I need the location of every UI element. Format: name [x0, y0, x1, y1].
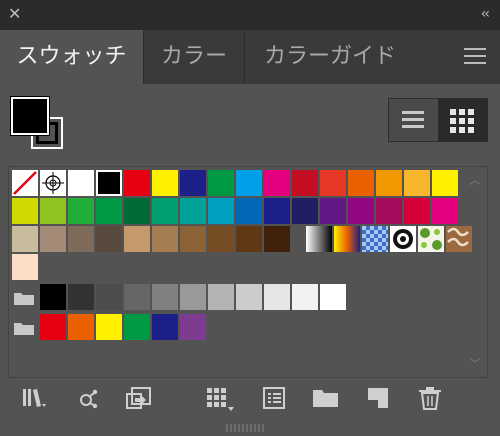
- resize-grip[interactable]: [226, 424, 270, 432]
- folder-icon[interactable]: [13, 290, 35, 306]
- group-color-swatch[interactable]: [152, 284, 178, 310]
- color-swatch[interactable]: [68, 226, 94, 252]
- color-swatch[interactable]: [236, 198, 262, 224]
- group-color-swatch[interactable]: [208, 284, 234, 310]
- new-folder-icon[interactable]: [312, 386, 338, 410]
- color-swatch[interactable]: [40, 198, 66, 224]
- color-swatch[interactable]: [96, 226, 122, 252]
- tab-color[interactable]: カラー: [144, 30, 244, 84]
- none-swatch[interactable]: [12, 170, 38, 196]
- color-swatch[interactable]: [236, 170, 262, 196]
- color-swatch[interactable]: [432, 170, 458, 196]
- panel-menu-icon[interactable]: [464, 48, 486, 64]
- place-swatch-icon[interactable]: [126, 386, 151, 410]
- color-swatch[interactable]: [152, 170, 178, 196]
- color-swatch[interactable]: [404, 170, 430, 196]
- gradient-swatch[interactable]: [306, 226, 332, 252]
- color-swatch[interactable]: [68, 170, 94, 196]
- color-swatch[interactable]: [124, 198, 150, 224]
- color-swatch[interactable]: [292, 170, 318, 196]
- swatch-options-icon[interactable]: [206, 386, 234, 411]
- scroll-up-icon[interactable]: ︿: [469, 171, 481, 188]
- color-swatch[interactable]: [180, 226, 206, 252]
- delete-swatch-icon[interactable]: [418, 386, 442, 410]
- color-swatch[interactable]: [348, 198, 374, 224]
- color-swatch[interactable]: [292, 198, 318, 224]
- group-color-swatch[interactable]: [96, 314, 122, 340]
- group-color-swatch[interactable]: [124, 284, 150, 310]
- color-swatch[interactable]: [96, 170, 122, 196]
- color-swatch[interactable]: [208, 226, 234, 252]
- color-swatch[interactable]: [376, 170, 402, 196]
- new-color-group-icon[interactable]: [262, 386, 286, 410]
- folder-icon[interactable]: [13, 320, 35, 336]
- color-swatch[interactable]: [376, 198, 402, 224]
- pattern-swatch[interactable]: [362, 226, 388, 252]
- color-swatch[interactable]: [348, 170, 374, 196]
- color-swatch[interactable]: [180, 198, 206, 224]
- group-color-swatch[interactable]: [152, 314, 178, 340]
- color-swatch[interactable]: [12, 254, 38, 280]
- group-color-swatch[interactable]: [68, 314, 94, 340]
- group-color-swatch[interactable]: [264, 284, 290, 310]
- tab-color-guide[interactable]: カラーガイド: [245, 30, 415, 84]
- color-swatch[interactable]: [264, 198, 290, 224]
- color-swatch[interactable]: [432, 198, 458, 224]
- show-kinds-icon[interactable]: [76, 386, 100, 410]
- color-swatch[interactable]: [124, 226, 150, 252]
- close-icon[interactable]: ✕: [8, 6, 24, 22]
- scroll-down-icon[interactable]: ﹀: [469, 355, 481, 372]
- registration-swatch[interactable]: [40, 170, 66, 196]
- tab-swatches[interactable]: スウォッチ: [0, 30, 143, 84]
- group-color-swatch[interactable]: [320, 284, 346, 310]
- swatch-grid: ︿ ﹀: [8, 166, 488, 378]
- color-swatch[interactable]: [68, 198, 94, 224]
- swatch-libraries-icon[interactable]: [22, 386, 46, 410]
- color-swatch[interactable]: [404, 198, 430, 224]
- color-swatch[interactable]: [124, 170, 150, 196]
- color-swatch[interactable]: [40, 226, 66, 252]
- color-swatch[interactable]: [12, 226, 38, 252]
- color-swatch[interactable]: [264, 226, 290, 252]
- color-swatch[interactable]: [208, 198, 234, 224]
- group-color-swatch[interactable]: [180, 314, 206, 340]
- view-toggle: [388, 98, 488, 142]
- color-swatch[interactable]: [12, 198, 38, 224]
- gradient-swatch[interactable]: [334, 226, 360, 252]
- color-swatch[interactable]: [180, 170, 206, 196]
- collapse-panel-icon[interactable]: ‹‹: [481, 6, 490, 22]
- group-color-swatch[interactable]: [124, 314, 150, 340]
- pattern-swatch[interactable]: [446, 226, 472, 252]
- new-swatch-icon[interactable]: [366, 386, 390, 410]
- color-swatch[interactable]: [208, 170, 234, 196]
- color-swatch[interactable]: [152, 226, 178, 252]
- thumbnail-view-button[interactable]: [438, 99, 487, 141]
- color-swatch[interactable]: [236, 226, 262, 252]
- panel-titlebar: ✕ ‹‹: [0, 0, 500, 30]
- group-color-swatch[interactable]: [236, 284, 262, 310]
- group-color-swatch[interactable]: [180, 284, 206, 310]
- pattern-swatch[interactable]: [390, 226, 416, 252]
- color-swatch[interactable]: [320, 198, 346, 224]
- group-color-swatch[interactable]: [292, 284, 318, 310]
- fill-swatch[interactable]: [11, 97, 49, 135]
- group-color-swatch[interactable]: [40, 284, 66, 310]
- pattern-swatch[interactable]: [418, 226, 444, 252]
- list-view-button[interactable]: [389, 99, 437, 141]
- color-swatch[interactable]: [96, 198, 122, 224]
- color-swatch[interactable]: [152, 198, 178, 224]
- color-swatch[interactable]: [264, 170, 290, 196]
- tab-bar: スウォッチ カラー カラーガイド: [0, 30, 500, 84]
- group-color-swatch[interactable]: [68, 284, 94, 310]
- group-color-swatch[interactable]: [96, 284, 122, 310]
- group-color-swatch[interactable]: [40, 314, 66, 340]
- color-swatch[interactable]: [320, 170, 346, 196]
